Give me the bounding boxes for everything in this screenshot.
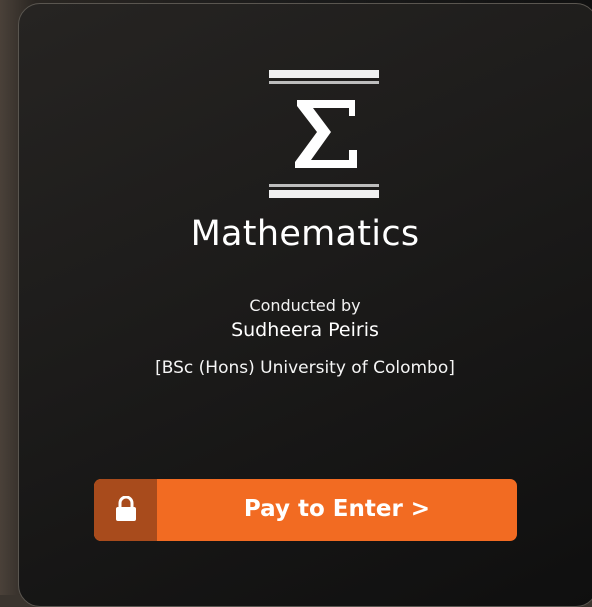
lock-icon [116,496,136,521]
conducted-by-label: Conducted by [249,296,361,315]
lock-badge [94,479,157,541]
pay-to-enter-label: Pay to Enter > [243,496,431,522]
teacher-name: Sudheera Peiris [231,319,379,341]
teacher-qualification: [BSc (Hons) University of Colombo] [155,358,455,378]
course-title: Mathematics [190,214,420,254]
pay-to-enter-button[interactable]: Pay to Enter > [94,479,517,541]
sigma-icon [269,70,379,198]
